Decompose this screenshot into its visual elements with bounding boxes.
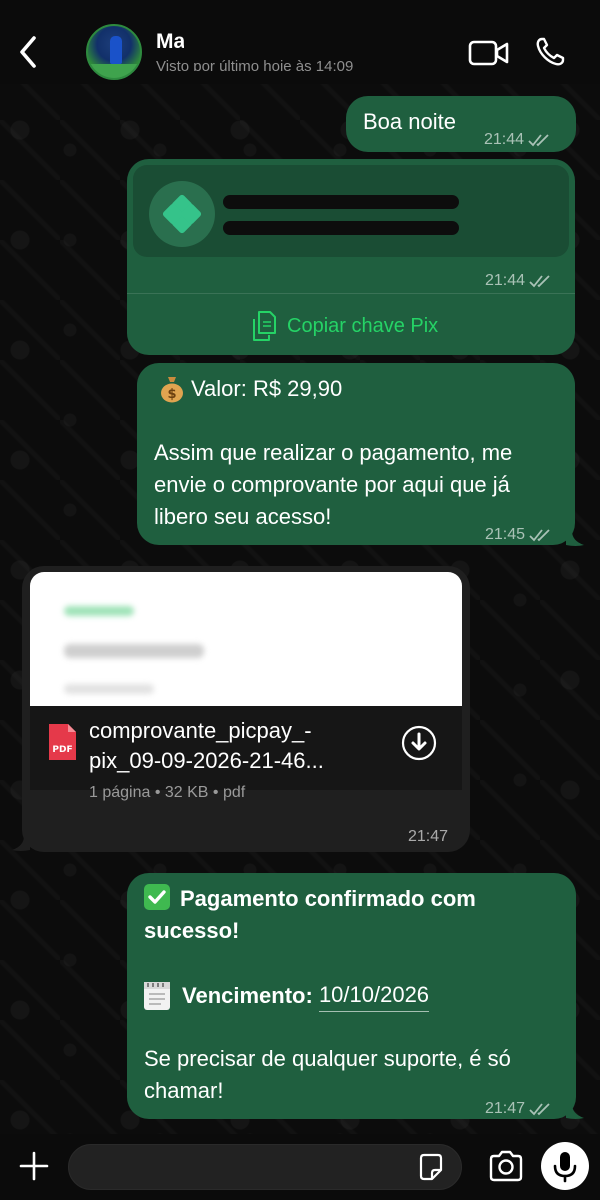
message-input[interactable]	[68, 1144, 462, 1190]
message-text: Boa noite	[363, 109, 456, 134]
mic-button[interactable]	[541, 1142, 589, 1190]
pix-logo-icon	[162, 194, 202, 234]
back-arrow-icon[interactable]	[16, 34, 42, 70]
message-time: 21:44	[484, 124, 550, 156]
copy-icon	[253, 311, 276, 341]
due-date-line: Vencimento: 10/10/2026	[144, 979, 430, 1012]
svg-text:$: $	[167, 387, 176, 402]
read-ticks-icon	[528, 134, 549, 147]
pix-key-card[interactable]	[133, 165, 569, 257]
avatar[interactable]	[86, 24, 142, 80]
message-time: 21:47	[485, 1093, 551, 1125]
copy-pix-label: Copiar chave Pix	[287, 315, 439, 337]
message-bubble-outgoing[interactable]: $ Valor: R$ 29,90 Assim que realizar o p…	[137, 363, 575, 545]
mic-icon	[553, 1152, 577, 1183]
message-bubble-outgoing[interactable]: Pagamento confirmado com sucesso! Vencim…	[127, 873, 576, 1119]
bubble-tail	[566, 531, 584, 546]
document-preview[interactable]	[30, 572, 462, 712]
divider	[127, 293, 575, 294]
due-date-link[interactable]: 10/10/2026	[318, 979, 430, 1012]
value-text: Valor: R$ 29,90	[191, 376, 343, 401]
redacted-text	[223, 195, 459, 209]
message-time: 21:47	[408, 828, 449, 845]
camera-icon[interactable]	[488, 1150, 524, 1182]
bubble-tail	[12, 836, 30, 851]
sticker-icon[interactable]	[417, 1152, 445, 1182]
chat-header: Ma Visto por último hoje às 14:09	[0, 0, 600, 84]
contact-name[interactable]: Ma	[156, 30, 184, 54]
document-meta: 1 página • 32 KB • pdf	[89, 784, 246, 801]
due-label: Vencimento	[182, 982, 306, 1008]
read-ticks-icon	[529, 1103, 550, 1116]
read-ticks-icon	[529, 529, 550, 542]
document-file-name[interactable]: comprovante_picpay_-pix_09-09-2026-21-46…	[89, 716, 379, 776]
check-mark-icon	[144, 884, 170, 910]
plus-icon[interactable]	[18, 1150, 50, 1182]
pix-message-bubble[interactable]: 21:44 Copiar chave Pix	[127, 159, 575, 355]
message-time: 21:45	[485, 519, 551, 551]
pdf-icon: PDF	[49, 724, 76, 760]
message-bubble-outgoing[interactable]: Boa noite 21:44	[346, 96, 576, 152]
value-line: $ Valor: R$ 29,90	[159, 373, 342, 405]
video-call-icon[interactable]	[468, 38, 510, 68]
money-bag-icon: $	[161, 377, 183, 403]
copy-pix-key-button[interactable]: Copiar chave Pix	[249, 309, 438, 343]
confirmation-title: Pagamento confirmado com sucesso!	[144, 884, 476, 943]
svg-text:PDF: PDF	[52, 745, 72, 755]
phone-icon[interactable]	[534, 36, 566, 68]
download-icon[interactable]	[400, 724, 438, 762]
calendar-icon	[144, 981, 170, 1010]
contact-status: Visto por último hoje às 14:09	[156, 58, 354, 75]
read-ticks-icon	[529, 275, 550, 288]
bubble-tail	[566, 1104, 584, 1119]
redacted-text	[223, 221, 459, 235]
